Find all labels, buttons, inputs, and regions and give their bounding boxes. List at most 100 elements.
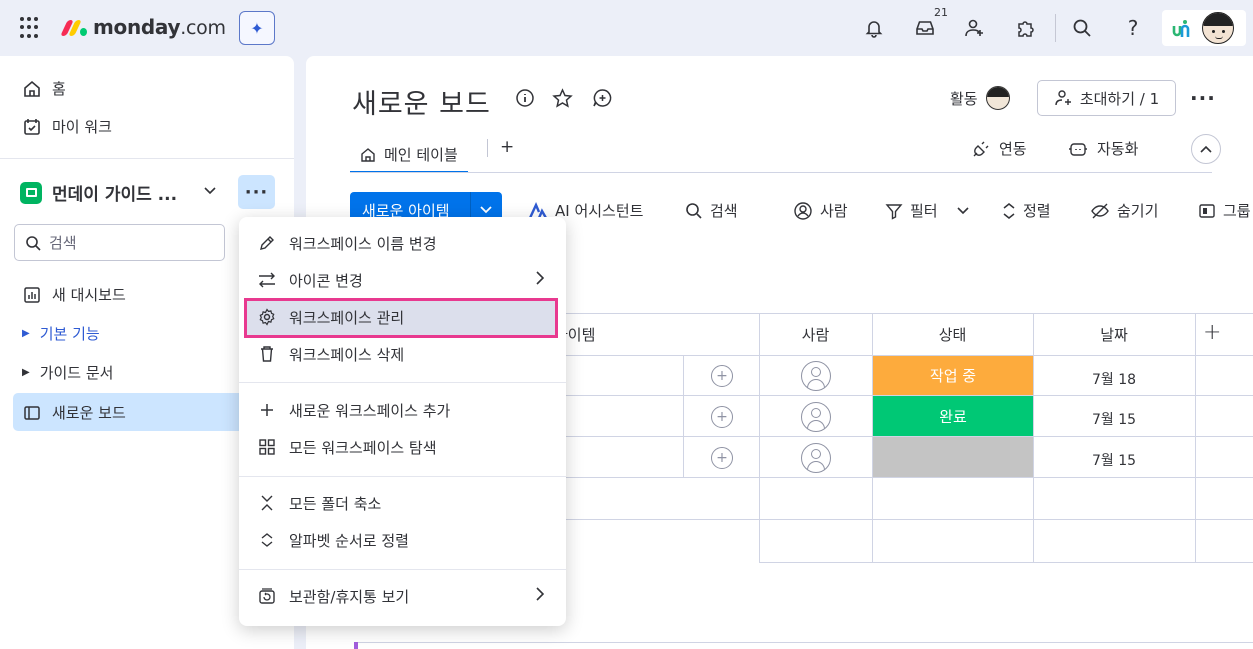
user-avatar — [985, 86, 1010, 110]
calendar-check-icon — [24, 118, 40, 135]
topbar-divider — [1055, 14, 1056, 42]
board-icon — [24, 405, 40, 420]
sidebar-item-label: 기본 기능 — [39, 325, 100, 343]
page-title[interactable]: 새로운 보드 — [352, 82, 491, 121]
workspace-selector[interactable]: 먼데이 가이드 ... — [20, 180, 177, 205]
menu-item-add-workspace[interactable]: 새로운 워크스페이스 추가 — [257, 396, 450, 424]
apps-grid-icon[interactable] — [20, 17, 42, 39]
search-icon — [686, 202, 702, 219]
menu-item-collapse-folders[interactable]: 모든 폴더 축소 — [257, 489, 381, 517]
menu-item-sort-alphabetical[interactable]: 알파벳 순서로 정렬 — [257, 526, 409, 554]
tab-divider — [487, 139, 488, 157]
chevron-up-icon — [1200, 145, 1212, 153]
column-header-person[interactable]: 사람 — [759, 324, 872, 345]
status-cell[interactable] — [873, 437, 1033, 477]
add-update-icon[interactable]: + — [711, 406, 733, 428]
sidebar-search-input[interactable] — [49, 233, 199, 252]
filter-button[interactable]: 필터 — [885, 200, 969, 221]
date-cell[interactable]: 7월 15 — [1033, 409, 1195, 429]
menu-item-browse-workspaces[interactable]: 모든 워크스페이스 탐색 — [257, 433, 437, 461]
board-more-button[interactable]: ··· — [1190, 86, 1216, 110]
search-icon[interactable] — [1069, 14, 1095, 42]
chevron-down-icon[interactable] — [204, 184, 216, 199]
sidebar-folder-basic[interactable]: ▶ 기본 기능 — [22, 323, 100, 344]
activity-label: 활동 — [950, 89, 978, 108]
help-icon[interactable]: ? — [1120, 14, 1146, 42]
invite-label: 초대하기 / 1 — [1079, 89, 1160, 108]
filter-icon — [885, 203, 903, 220]
collapse-header-button[interactable] — [1191, 134, 1221, 164]
top-bar: monday.com ✦ 21 ? — [0, 0, 1253, 56]
sort-icon — [257, 531, 277, 549]
plug-icon — [973, 141, 989, 156]
sidebar-item-new-board[interactable]: 새로운 보드 — [22, 402, 126, 423]
org-logo-icon — [1172, 20, 1190, 37]
sidebar-item-label: 가이드 문서 — [39, 364, 114, 382]
workspace-more-button[interactable]: ··· — [238, 175, 275, 209]
apps-puzzle-icon[interactable] — [1012, 14, 1038, 42]
date-cell[interactable]: 7월 18 — [1033, 369, 1195, 389]
menu-divider — [239, 476, 566, 477]
ai-sparkle-button[interactable]: ✦ — [239, 11, 275, 45]
person-filter-button[interactable]: 사람 — [793, 200, 848, 221]
add-update-icon[interactable]: + — [711, 447, 733, 469]
hide-button[interactable]: 숨기기 — [1090, 200, 1158, 221]
add-view-button[interactable]: + — [500, 137, 514, 157]
sidebar-item-label: 홈 — [52, 80, 66, 98]
status-cell[interactable]: 작업 중 — [873, 356, 1033, 395]
sidebar-item-my-work[interactable]: 마이 워크 — [22, 116, 112, 137]
chevron-down-icon — [957, 206, 969, 214]
integrate-button[interactable]: 연동 — [971, 138, 1027, 159]
column-header-status[interactable]: 상태 — [872, 324, 1033, 345]
chat-add-icon[interactable] — [592, 88, 613, 113]
invite-members-icon[interactable] — [962, 14, 988, 42]
invite-user-icon — [1055, 90, 1071, 106]
workspace-options-menu: 워크스페이스 이름 변경 아이콘 변경 워크스페이스 관리 워크스페이스 삭제 … — [239, 217, 566, 626]
add-update-icon[interactable]: + — [711, 365, 733, 387]
sidebar-folder-guide[interactable]: ▶ 가이드 문서 — [22, 362, 113, 383]
column-header-date[interactable]: 날짜 — [1033, 324, 1195, 345]
sidebar-item-label: 마이 워크 — [52, 118, 112, 136]
sort-button[interactable]: 정렬 — [1002, 200, 1051, 221]
status-cell[interactable]: 완료 — [873, 396, 1033, 436]
swap-icon — [257, 271, 277, 289]
collapse-icon — [257, 494, 277, 512]
tab-main-table[interactable]: 메인 테이블 — [350, 138, 468, 173]
robot-icon — [1069, 142, 1087, 156]
inbox-badge: 21 — [932, 6, 950, 19]
menu-divider — [239, 382, 566, 383]
person-placeholder-icon[interactable] — [801, 443, 831, 473]
workspace-folder-icon — [20, 181, 42, 204]
menu-item-archive-trash[interactable]: 보관함/휴지통 보기 — [257, 582, 409, 610]
invite-button[interactable]: 초대하기 / 1 — [1037, 80, 1176, 116]
group-button[interactable]: 그룹 — [1198, 200, 1251, 221]
sidebar-item-dashboard[interactable]: 새 대시보드 — [22, 284, 126, 305]
automate-label: 자동화 — [1097, 140, 1139, 158]
menu-item-delete-workspace[interactable]: 워크스페이스 삭제 — [257, 340, 404, 368]
automate-button[interactable]: 자동화 — [1067, 138, 1138, 159]
sidebar-search[interactable] — [14, 224, 225, 261]
menu-item-rename-workspace[interactable]: 워크스페이스 이름 변경 — [257, 229, 437, 257]
info-icon[interactable] — [515, 88, 535, 113]
workspace-name: 먼데이 가이드 ... — [52, 185, 178, 205]
activity-button[interactable]: 활동 — [950, 86, 1010, 110]
star-icon[interactable] — [552, 88, 573, 113]
bell-icon[interactable] — [861, 14, 887, 42]
menu-divider — [239, 569, 566, 570]
tab-label: 메인 테이블 — [384, 146, 458, 164]
person-placeholder-icon[interactable] — [801, 361, 831, 391]
person-placeholder-icon[interactable] — [801, 402, 831, 432]
menu-item-change-icon[interactable]: 아이콘 변경 — [257, 266, 363, 294]
sidebar-item-home[interactable]: 홈 — [22, 78, 66, 99]
grid-icon — [257, 438, 277, 456]
triangle-right-icon: ▶ — [22, 328, 30, 339]
table-border — [358, 642, 1253, 643]
menu-item-manage-workspace[interactable]: 워크스페이스 관리 — [257, 303, 404, 331]
home-icon — [24, 80, 40, 97]
monday-logo[interactable]: monday.com — [60, 15, 226, 39]
chevron-right-icon — [536, 585, 545, 606]
profile-area[interactable] — [1162, 10, 1246, 46]
search-button[interactable]: 검색 — [685, 200, 738, 221]
date-cell[interactable]: 7월 15 — [1033, 450, 1195, 470]
add-column-button[interactable]: + — [1203, 320, 1221, 345]
